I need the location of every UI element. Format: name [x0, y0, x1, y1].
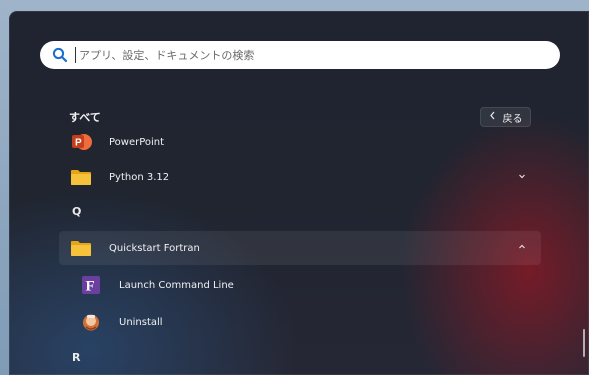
app-item-quickstart-fortran-folder[interactable]: Quickstart Fortran [59, 231, 541, 265]
app-item-powerpoint[interactable]: P PowerPoint [59, 125, 541, 159]
start-menu: すべて 戻る P PowerPoint [9, 11, 589, 375]
powerpoint-icon: P [69, 130, 93, 154]
app-item-python-folder[interactable]: Python 3.12 [59, 160, 541, 194]
chevron-down-icon[interactable] [517, 171, 527, 181]
chevron-left-icon [489, 111, 496, 123]
uninstall-icon [79, 310, 103, 334]
letter-header-r[interactable]: R [72, 351, 80, 364]
search-input[interactable] [75, 47, 521, 63]
svg-text:P: P [75, 138, 82, 149]
app-label: Uninstall [119, 316, 163, 328]
folder-icon [69, 236, 93, 260]
folder-label: Quickstart Fortran [109, 242, 200, 254]
folder-icon [69, 165, 93, 189]
app-label: Python 3.12 [109, 171, 170, 183]
app-item-uninstall[interactable]: Uninstall [59, 305, 541, 339]
app-label: Launch Command Line [119, 279, 234, 291]
letter-header-q[interactable]: Q [72, 205, 81, 218]
section-title-all: すべて [69, 111, 101, 124]
back-button[interactable]: 戻る [480, 107, 531, 127]
search-icon [49, 44, 71, 66]
search-box[interactable] [40, 41, 560, 69]
app-label: PowerPoint [109, 136, 165, 148]
desktop: すべて 戻る P PowerPoint [0, 0, 589, 375]
chevron-up-icon[interactable] [517, 242, 527, 252]
back-label: 戻る [502, 113, 523, 125]
fortran-icon: F [79, 273, 103, 297]
svg-text:F: F [86, 279, 95, 295]
scrollbar-thumb[interactable] [583, 329, 585, 357]
app-item-launch-command-line[interactable]: F Launch Command Line [59, 268, 541, 302]
